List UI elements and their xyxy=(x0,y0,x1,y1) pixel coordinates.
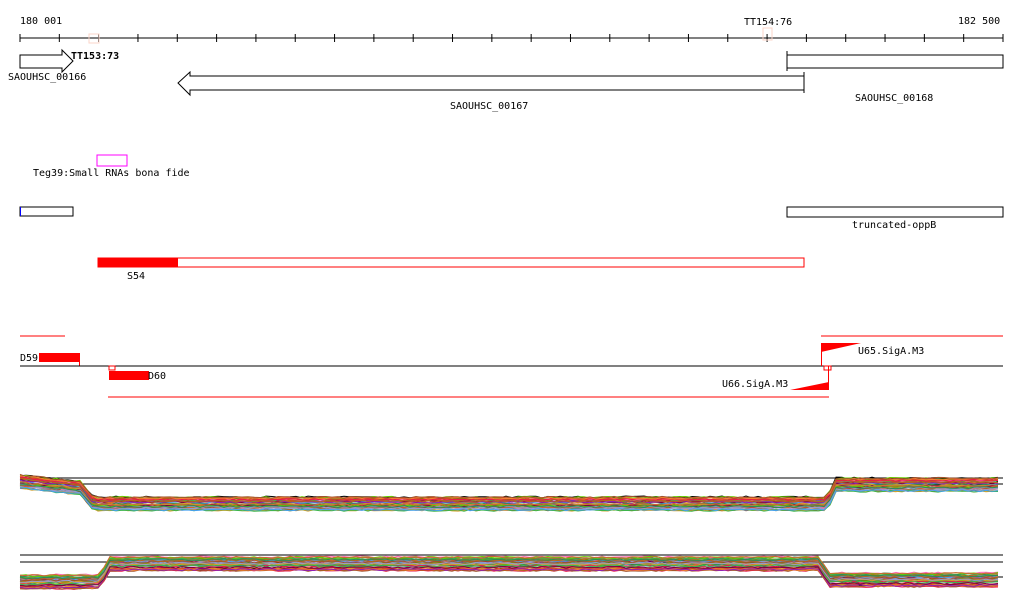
terminator-label[interactable]: TT154:76 xyxy=(744,17,792,28)
segment-track: S54 xyxy=(97,257,805,282)
u65-promoter[interactable] xyxy=(821,343,861,352)
operon-track: truncated-oppB xyxy=(19,206,1004,231)
gene-label[interactable]: SAOUHSC_00167 xyxy=(450,101,528,112)
gene-track: SAOUHSC_00166 SAOUHSC_00167 SAOUHSC_0016… xyxy=(8,48,1004,112)
gene-box-00168[interactable] xyxy=(786,54,1004,69)
ruler-end-label: 182 500 xyxy=(958,16,1000,27)
u66-label: U66.SigA.M3 xyxy=(722,379,788,390)
gene-label[interactable]: SAOUHSC_00166 xyxy=(8,72,86,83)
expression-track-reverse xyxy=(19,554,1003,590)
ruler-start-label: 180 001 xyxy=(20,16,62,27)
genome-browser: 180 001 182 500 TT153:73 TT154:76 SAOUHS… xyxy=(8,16,1004,590)
gene-arrow-00167[interactable] xyxy=(177,70,805,97)
d60-box[interactable] xyxy=(109,371,149,380)
srna-track: Teg39:Small RNAs bona fide xyxy=(33,154,190,179)
feature-track: D59 D60 U65.SigA.M3 U66.SigA.M3 xyxy=(20,335,1003,398)
operon-label: truncated-oppB xyxy=(852,220,936,231)
u66-promoter[interactable] xyxy=(790,382,829,390)
segment-label: S54 xyxy=(127,271,145,282)
gene-label[interactable]: SAOUHSC_00168 xyxy=(855,93,933,104)
d59-label: D59 xyxy=(20,353,38,364)
d59-box[interactable] xyxy=(39,353,79,362)
expression-track-forward xyxy=(19,473,1003,512)
d60-label: D60 xyxy=(148,371,166,382)
operon-box[interactable] xyxy=(19,206,74,217)
gene-arrow-00166[interactable] xyxy=(19,48,74,74)
operon-box[interactable] xyxy=(786,206,1004,218)
segment-box[interactable] xyxy=(97,257,805,268)
terminator-label[interactable]: TT153:73 xyxy=(71,51,119,62)
srna-box[interactable] xyxy=(96,154,128,167)
u65-label: U65.SigA.M3 xyxy=(858,346,924,357)
srna-label: Teg39:Small RNAs bona fide xyxy=(33,168,190,179)
